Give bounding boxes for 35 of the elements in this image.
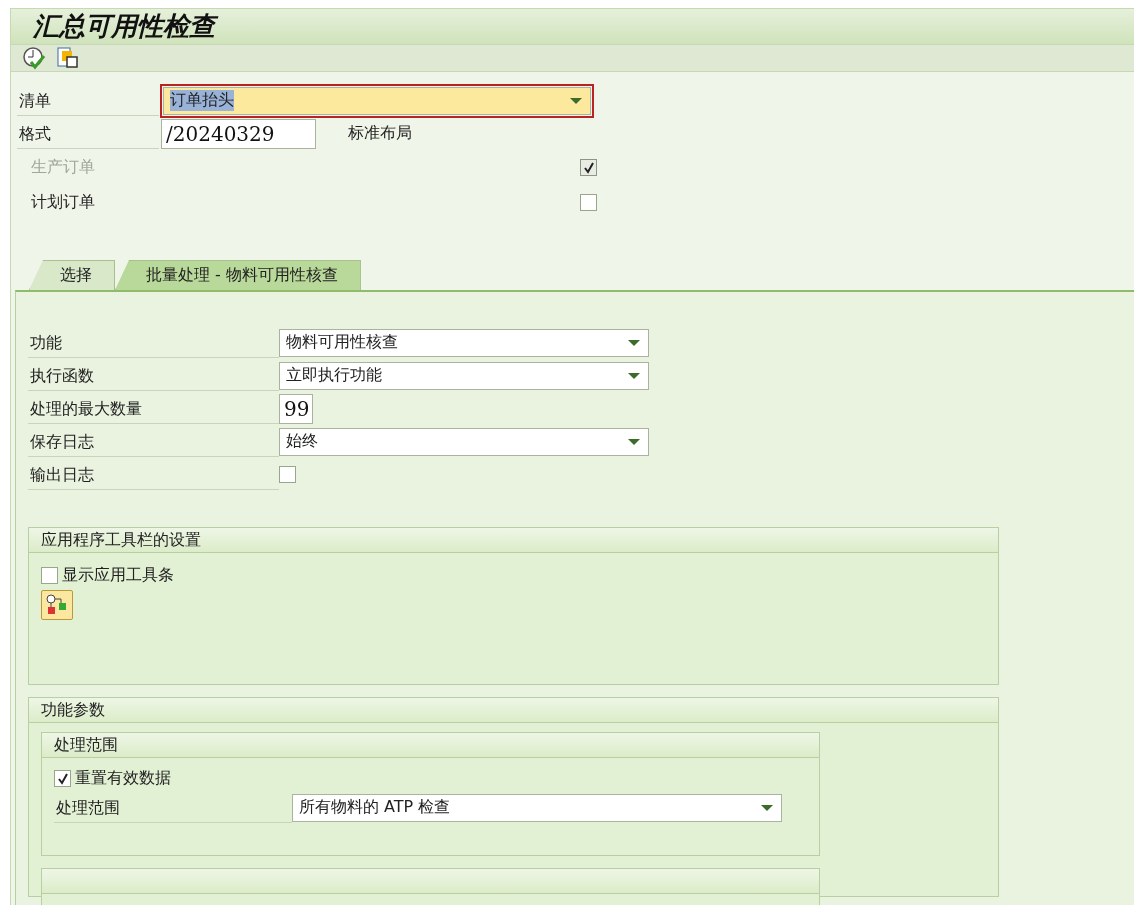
field-label: 格式 xyxy=(17,118,159,149)
dropdown-field[interactable]: 物料可用性核查 xyxy=(279,328,649,357)
checkbox[interactable] xyxy=(54,770,71,787)
field-description: 标准布局 xyxy=(348,123,412,144)
input-field[interactable]: 99 xyxy=(279,393,313,424)
field-label: 执行函数 xyxy=(28,360,279,391)
field-label: 清单 xyxy=(17,85,159,116)
dropdown-field[interactable]: 所有物料的 ATP 检查 xyxy=(292,793,782,822)
checkbox-label: 显示应用工具条 xyxy=(62,565,174,586)
layout-settings-button[interactable] xyxy=(41,590,73,620)
dropdown-field[interactable]: 始终 xyxy=(279,427,649,456)
field-label: 输出日志 xyxy=(28,459,279,490)
caret-icon xyxy=(628,338,640,347)
caret-icon xyxy=(761,803,773,812)
dropdown-field[interactable]: 立即执行功能 xyxy=(279,361,649,390)
checkbox[interactable] xyxy=(41,567,58,584)
group-title: 应用程序工具栏的设置 xyxy=(41,529,201,551)
checkbox[interactable] xyxy=(580,194,597,211)
checkbox-label: 生产订单 xyxy=(30,157,96,178)
checkbox-label: 重置有效数据 xyxy=(75,768,171,789)
caret-icon xyxy=(628,437,640,446)
checkbox[interactable] xyxy=(279,466,296,483)
field-label: 保存日志 xyxy=(28,426,279,457)
tab[interactable]: 选择 xyxy=(29,260,115,290)
group-title: 处理范围 xyxy=(54,734,118,756)
caret-icon xyxy=(570,96,582,105)
field-label: 功能 xyxy=(28,327,279,358)
dropdown-field[interactable]: 订单抬头 xyxy=(163,86,591,115)
copy-icon[interactable] xyxy=(55,45,81,71)
clock-check-icon[interactable] xyxy=(21,45,47,71)
input-field[interactable]: /20240329 xyxy=(161,118,316,149)
caret-icon xyxy=(628,371,640,380)
group-title: 功能参数 xyxy=(41,699,105,721)
checkbox-label: 计划订单 xyxy=(30,192,96,213)
tab[interactable]: 批量处理 - 物料可用性核查 xyxy=(115,260,361,290)
